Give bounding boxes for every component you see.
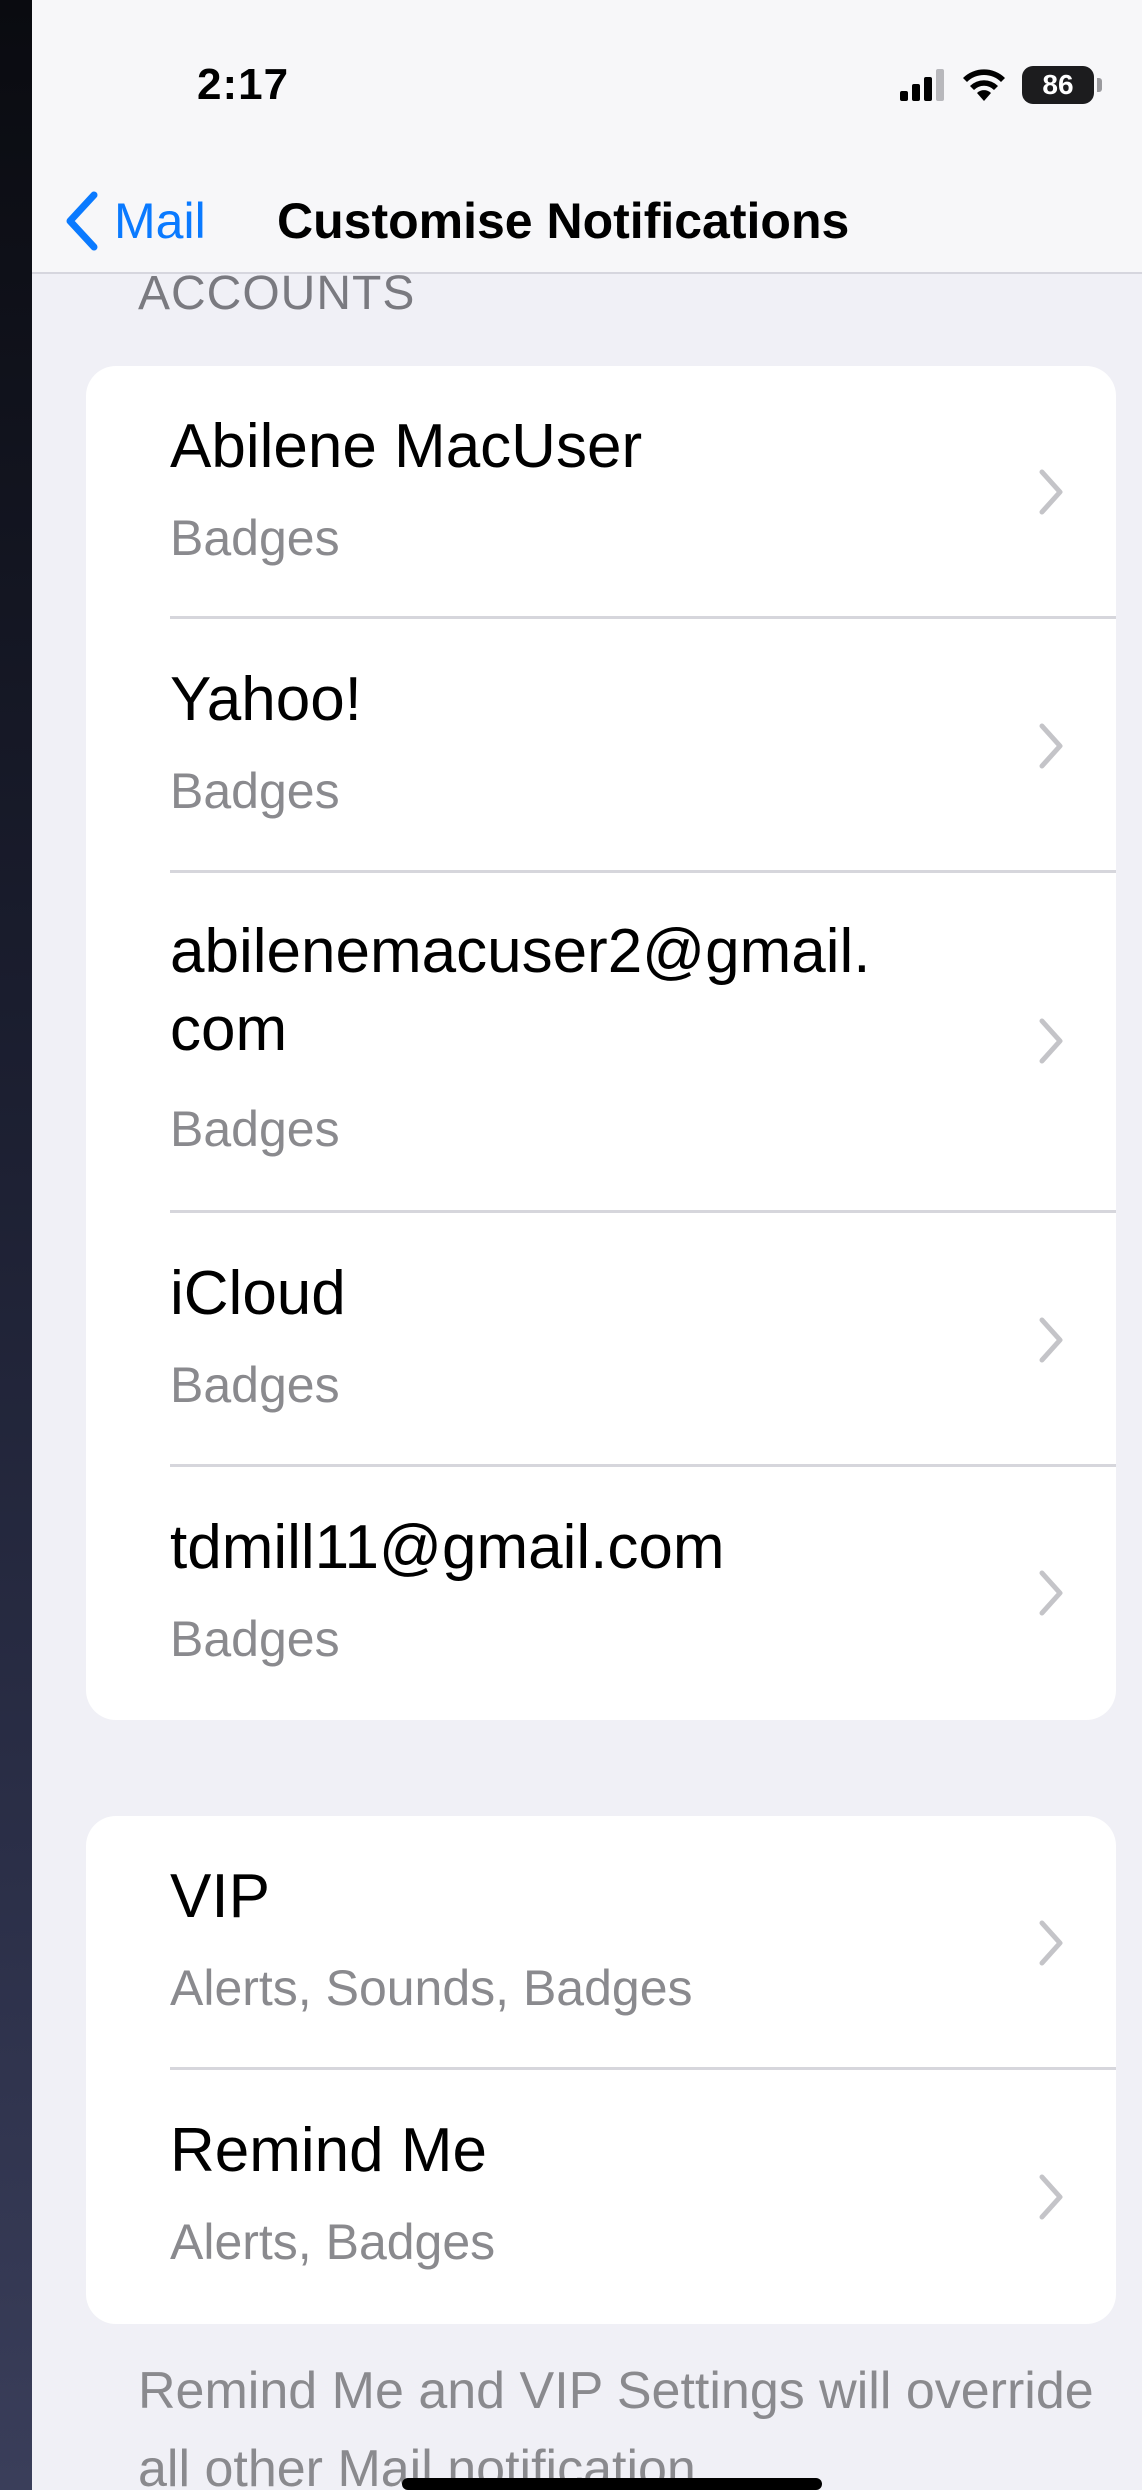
account-title: iCloud [170,1259,346,1328]
vip-remind-list: VIP Alerts, Sounds, Badges Remind Me Ale… [86,1816,1116,2324]
vip-title: VIP [170,1862,270,1931]
vip-subtitle: Alerts, Sounds, Badges [170,1960,693,2016]
status-time: 2:17 [197,60,290,109]
remind-me-title: Remind Me [170,2116,487,2185]
remind-me-subtitle: Alerts, Badges [170,2214,496,2270]
back-button[interactable]: Mail [64,170,206,272]
account-title: Abilene MacUser [170,412,643,481]
account-subtitle: Badges [170,1611,340,1667]
chevron-right-icon [1039,2174,1063,2220]
battery-level: 86 [1022,66,1094,104]
back-button-label: Mail [114,193,206,249]
status-bar: 2:17 86 [32,0,1142,170]
chevron-right-icon [1039,469,1063,515]
chevron-right-icon [1039,1018,1063,1064]
account-subtitle: Badges [170,763,340,819]
battery-cap [1097,78,1102,92]
account-row-yahoo[interactable]: Yahoo! Badges [86,619,1116,873]
account-title: abilenemacuser2@gmail. com [170,917,871,1064]
chevron-left-icon [66,191,98,251]
battery-icon: 86 [1022,66,1102,104]
account-subtitle: Badges [170,1357,340,1413]
account-subtitle: Badges [170,510,340,566]
chevron-right-icon [1039,1920,1063,1966]
chevron-right-icon [1039,1570,1063,1616]
account-title: tdmill11@gmail.com [170,1513,725,1582]
account-row-abilene-macuser[interactable]: Abilene MacUser Badges [86,366,1116,619]
screen: 2:17 86 Mail Customise Notifications ACC… [32,0,1142,2490]
accounts-list: Abilene MacUser Badges Yahoo! Badges abi… [86,366,1116,1720]
accounts-section-header: ACCOUNTS [138,267,416,320]
chevron-right-icon [1039,1317,1063,1363]
status-icons: 86 [900,66,1102,104]
remind-me-row[interactable]: Remind Me Alerts, Badges [86,2070,1116,2324]
account-title: Yahoo! [170,665,362,734]
footer-note: Remind Me and VIP Settings will override… [138,2362,1094,2490]
wifi-icon [963,69,1005,101]
account-row-abilenemacuser2-gmail[interactable]: abilenemacuser2@gmail. com Badges [86,873,1116,1213]
signal-icon [900,69,944,101]
home-indicator[interactable] [402,2478,822,2490]
chevron-right-icon [1039,723,1063,769]
page-title: Customise Notifications [277,193,850,249]
navigation-bar: Mail Customise Notifications [32,170,1142,274]
account-row-tdmill11-gmail[interactable]: tdmill11@gmail.com Badges [86,1467,1116,1720]
vip-row[interactable]: VIP Alerts, Sounds, Badges [86,1816,1116,2070]
account-row-icloud[interactable]: iCloud Badges [86,1213,1116,1467]
account-subtitle: Badges [170,1101,340,1157]
device-frame-edge [0,0,32,2490]
